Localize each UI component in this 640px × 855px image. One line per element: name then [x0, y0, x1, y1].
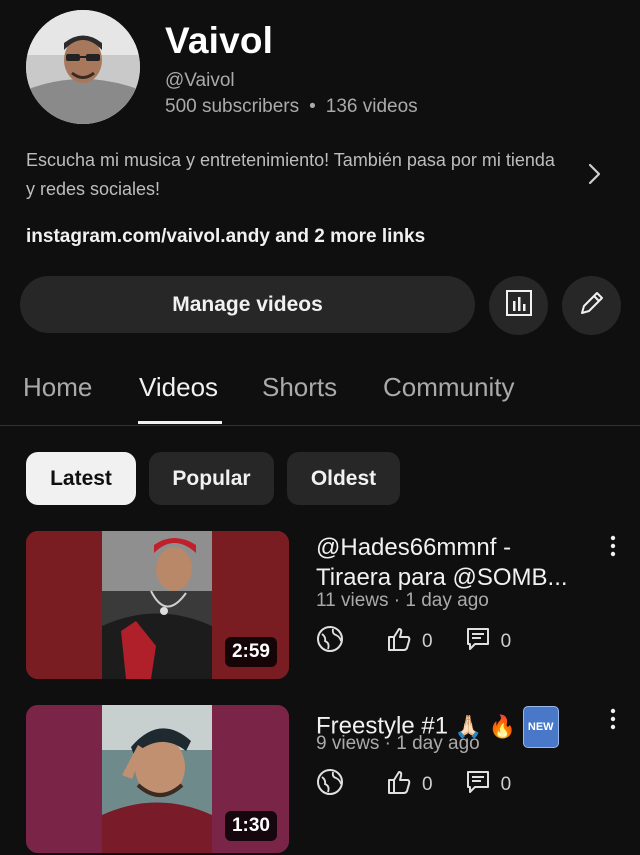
manage-videos-button[interactable]: Manage videos — [20, 276, 475, 333]
tabs-divider — [0, 425, 640, 426]
like-icon[interactable] — [386, 769, 412, 801]
analytics-button[interactable] — [489, 276, 548, 335]
video-thumbnail[interactable]: 1:30 — [26, 705, 289, 853]
globe-icon — [316, 768, 344, 802]
edit-channel-button[interactable] — [562, 276, 621, 335]
filter-chip-oldest[interactable]: Oldest — [287, 452, 400, 505]
subscriber-count: 500 subscribers — [165, 96, 300, 117]
video-count: 136 videos — [325, 96, 418, 117]
channel-stats: 500 subscribers • 136 videos — [165, 96, 418, 118]
more-options-icon[interactable] — [605, 533, 621, 561]
channel-description[interactable]: Escucha mi musica y entretenimiento! Tam… — [26, 146, 566, 204]
new-badge: NEW — [522, 706, 559, 748]
tab-shorts[interactable]: Shorts — [262, 372, 337, 403]
video-thumbnail[interactable]: 2:59 — [26, 531, 289, 679]
active-tab-indicator — [138, 421, 222, 424]
comment-icon[interactable] — [465, 626, 491, 658]
channel-links[interactable]: instagram.com/vaivol.andy and 2 more lin… — [26, 226, 425, 248]
fire-emoji: 🔥 — [488, 714, 517, 739]
filter-chip-popular[interactable]: Popular — [149, 452, 274, 505]
like-icon[interactable] — [386, 626, 412, 658]
chevron-right-icon[interactable] — [580, 160, 608, 188]
comment-count: 0 — [500, 774, 512, 795]
comment-count: 0 — [500, 631, 512, 652]
video-title[interactable]: @Hades66mmnf - Tiraera para @SOMB... — [316, 533, 588, 593]
channel-handle: @Vaivol — [165, 70, 235, 91]
bar-chart-icon — [504, 288, 534, 323]
video-stats-row: 0 0 — [316, 625, 511, 659]
video-duration: 1:30 — [224, 811, 277, 841]
more-options-icon[interactable] — [605, 706, 621, 734]
video-stats-row: 0 0 — [316, 768, 511, 802]
pencil-icon — [577, 288, 607, 323]
like-count: 0 — [422, 631, 433, 652]
tab-community[interactable]: Community — [383, 372, 514, 403]
video-duration: 2:59 — [224, 637, 277, 667]
filter-chip-latest[interactable]: Latest — [26, 452, 136, 505]
globe-icon — [316, 625, 344, 659]
comment-icon[interactable] — [465, 769, 491, 801]
video-meta: 9 views · 1 day ago — [316, 733, 480, 754]
channel-avatar[interactable] — [26, 10, 140, 124]
tab-home[interactable]: Home — [23, 372, 92, 403]
like-count: 0 — [422, 774, 433, 795]
tab-videos[interactable]: Videos — [139, 372, 218, 403]
video-meta: 11 views · 1 day ago — [316, 590, 489, 611]
channel-name: Vaivol — [165, 20, 274, 61]
separator-dot: • — [309, 96, 316, 117]
